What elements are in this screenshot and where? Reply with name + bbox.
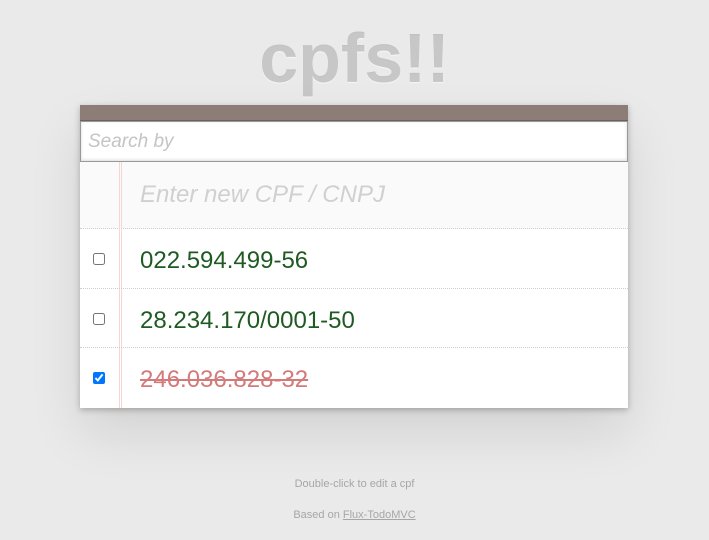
cpf-label[interactable]: 246.036.828-32 [140, 366, 308, 394]
header-bar [80, 105, 628, 121]
flux-todomvc-link[interactable]: Flux-TodoMVC [343, 509, 416, 521]
toggle-checkbox[interactable] [93, 312, 105, 325]
toggle-checkbox[interactable] [93, 253, 105, 265]
todo-app: 022.594.499-56 28.234.170/0001-50 246.03… [80, 105, 628, 408]
cpf-label[interactable]: 022.594.499-56 [140, 247, 308, 275]
new-entry-row [80, 162, 628, 229]
footer-credit-prefix: Based on [293, 509, 340, 521]
list-item[interactable]: 28.234.170/0001-50 [80, 289, 628, 348]
toggle-checkbox[interactable] [93, 372, 105, 384]
new-cpf-input[interactable] [122, 162, 622, 228]
list-item[interactable]: 246.036.828-32 [80, 348, 628, 408]
cpf-list: 022.594.499-56 28.234.170/0001-50 246.03… [80, 229, 628, 408]
footer-hint: Double-click to edit a cpf [294, 478, 415, 490]
app-title: cpfs!! [259, 19, 450, 97]
footer-credit: Based on Flux-TodoMVC [0, 509, 709, 521]
search-input[interactable] [80, 121, 628, 162]
cpf-label[interactable]: 28.234.170/0001-50 [140, 307, 355, 335]
list-item[interactable]: 022.594.499-56 [80, 229, 628, 289]
